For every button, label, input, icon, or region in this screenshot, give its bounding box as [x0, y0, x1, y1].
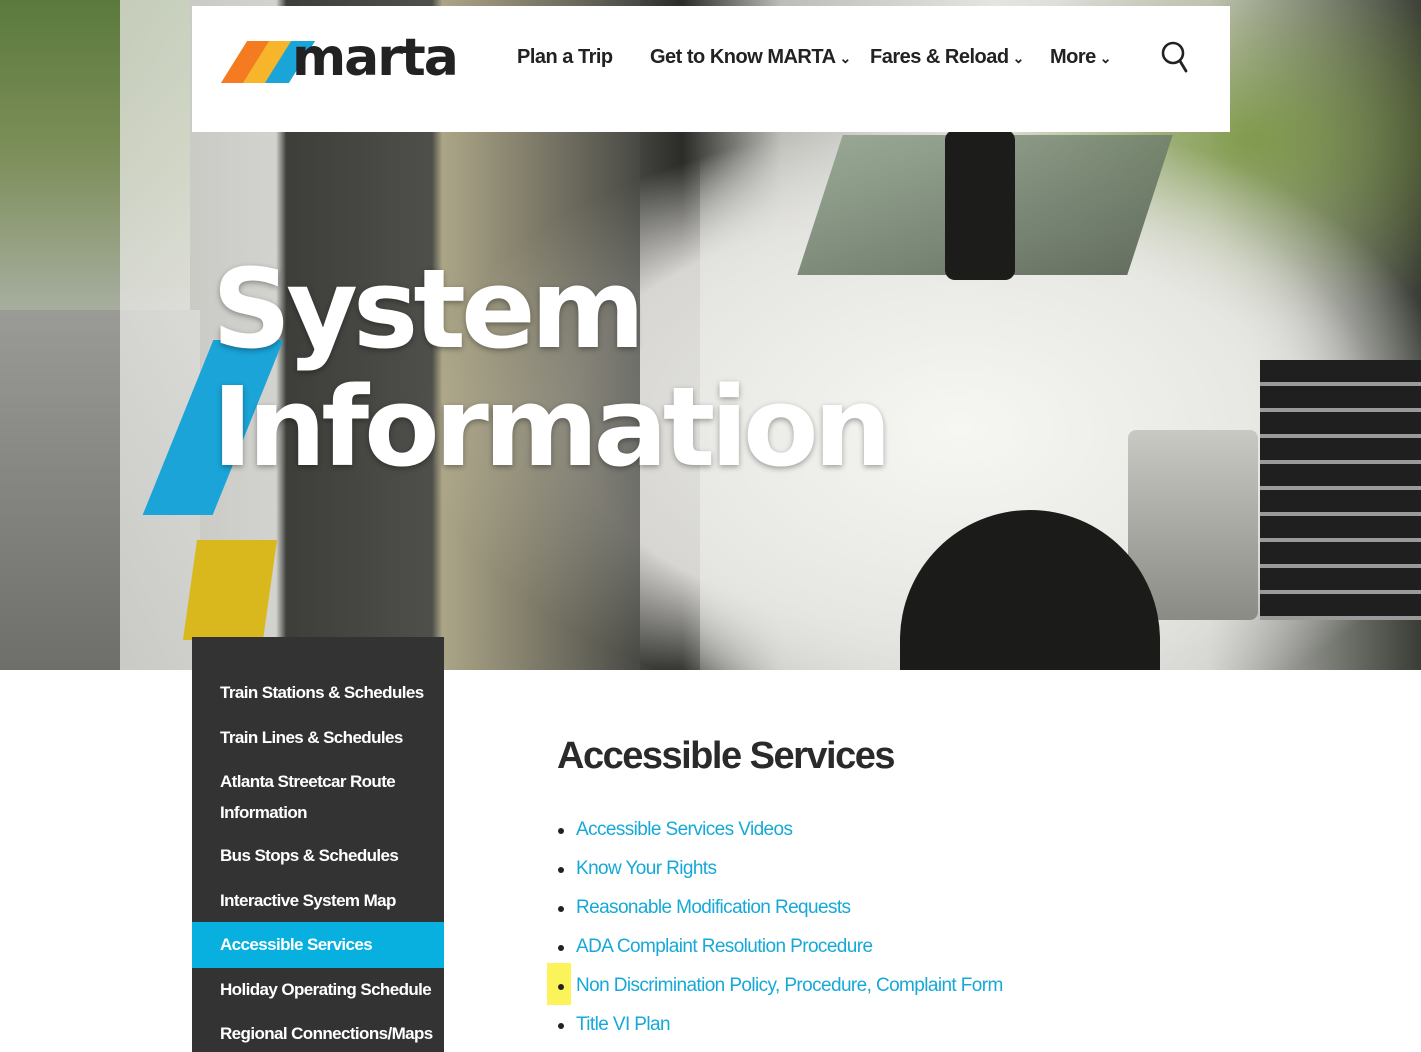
nav-fares-reload[interactable]: Fares & Reload ⌄	[870, 46, 1024, 72]
link-label: Accessible Services Videos	[576, 819, 793, 840]
nav-get-to-know-marta[interactable]: Get to Know MARTA ⌄	[650, 46, 851, 72]
search-icon[interactable]	[1160, 40, 1188, 74]
sidebar-item-label-line-2: Information	[220, 803, 308, 822]
nav-label: Fares & Reload	[870, 46, 1009, 68]
site-header: marta Plan a Trip Get to Know MARTA ⌄ Far…	[192, 6, 1230, 132]
sidebar-item-label: Atlanta Streetcar Route	[220, 772, 396, 791]
hero-wheelchair-ramp	[182, 540, 278, 640]
sidebar-item-label: Regional Connections/Maps	[220, 1024, 433, 1043]
hero-van-grille	[1260, 360, 1421, 620]
sidebar-nav: Train Stations & Schedules Train Lines &…	[192, 637, 444, 1052]
hero-van-mirror	[945, 130, 1015, 280]
bullet-icon	[558, 984, 564, 990]
sidebar-item-train-stations[interactable]: Train Stations & Schedules	[192, 677, 444, 708]
sidebar-item-label: Accessible Services	[220, 935, 373, 954]
bullet-icon	[558, 828, 564, 834]
chevron-down-icon: ⌄	[1099, 50, 1112, 66]
sidebar-item-bus-stops[interactable]: Bus Stops & Schedules	[192, 840, 444, 871]
marta-logo[interactable]: marta	[220, 28, 459, 92]
link-know-your-rights[interactable]: Know Your Rights	[557, 854, 1003, 893]
link-label: Know Your Rights	[576, 858, 717, 879]
bullet-icon	[558, 1023, 564, 1029]
page-title: Accessible Services	[557, 735, 896, 777]
bullet-icon	[558, 906, 564, 912]
hero-title-line-2: Information	[212, 363, 892, 491]
hero-title: System Information	[212, 250, 892, 486]
chevron-down-icon: ⌄	[839, 50, 852, 66]
link-label: Non Discrimination Policy, Procedure, Co…	[576, 975, 1003, 996]
nav-label: Get to Know MARTA	[650, 46, 836, 68]
sidebar-item-accessible-services[interactable]: Accessible Services	[192, 922, 444, 968]
sidebar-item-streetcar[interactable]: Atlanta Streetcar Route Information	[192, 766, 444, 828]
link-label: ADA Complaint Resolution Procedure	[576, 936, 873, 957]
bullet-icon	[558, 945, 564, 951]
sidebar-item-holiday-schedule[interactable]: Holiday Operating Schedule	[192, 974, 444, 1005]
chevron-down-icon: ⌄	[1012, 50, 1025, 66]
nav-more[interactable]: More ⌄	[1050, 46, 1112, 72]
logo-wordmark: marta	[292, 28, 459, 88]
sidebar-item-label: Interactive System Map	[220, 891, 396, 910]
sidebar-item-train-lines[interactable]: Train Lines & Schedules	[192, 722, 444, 753]
sidebar-item-label: Bus Stops & Schedules	[220, 846, 399, 865]
sidebar-item-regional-connections[interactable]: Regional Connections/Maps	[192, 1018, 444, 1049]
sidebar-item-label: Train Lines & Schedules	[220, 728, 403, 747]
link-accessible-services-videos[interactable]: Accessible Services Videos	[557, 815, 1003, 854]
link-non-discrimination[interactable]: Non Discrimination Policy, Procedure, Co…	[547, 963, 1003, 1010]
accessible-services-links: Accessible Services Videos Know Your Rig…	[547, 815, 1003, 1049]
link-reasonable-modification[interactable]: Reasonable Modification Requests	[557, 893, 1003, 932]
link-title-vi-plan[interactable]: Title VI Plan	[557, 1010, 1003, 1049]
nav-label: More	[1050, 46, 1096, 68]
link-label: Reasonable Modification Requests	[576, 897, 851, 918]
nav-plan-a-trip[interactable]: Plan a Trip	[517, 46, 613, 72]
link-label: Title VI Plan	[576, 1014, 671, 1035]
hero-title-line-1: System	[212, 245, 645, 373]
nav-label: Plan a Trip	[517, 46, 613, 68]
link-ada-complaint[interactable]: ADA Complaint Resolution Procedure	[557, 932, 1003, 971]
sidebar-item-system-map[interactable]: Interactive System Map	[192, 885, 444, 916]
sidebar-item-label: Holiday Operating Schedule	[220, 980, 432, 999]
bullet-icon	[558, 867, 564, 873]
sidebar-item-label: Train Stations & Schedules	[220, 683, 424, 702]
